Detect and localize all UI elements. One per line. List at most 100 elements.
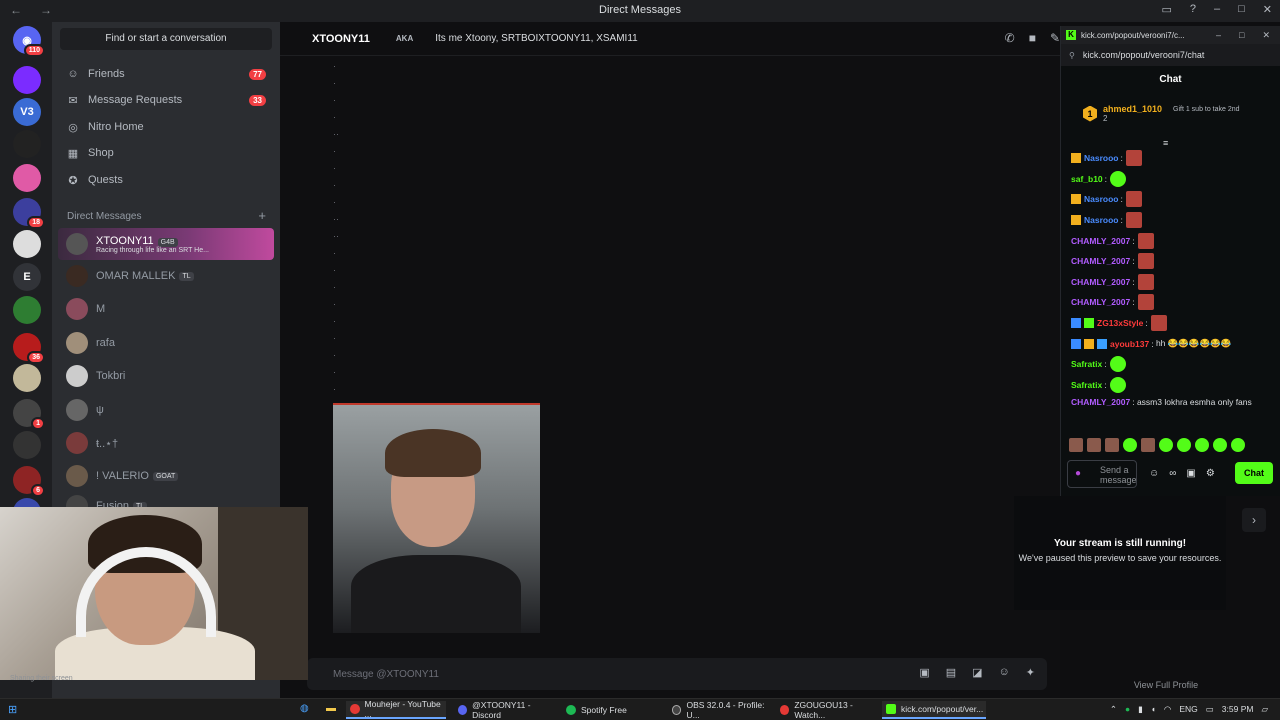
task-obs[interactable]: OBS 32.0.4 - Profile: U... bbox=[668, 700, 774, 720]
emote-button[interactable] bbox=[1177, 438, 1191, 452]
close-icon[interactable]: ✕ bbox=[1262, 30, 1270, 41]
video-message[interactable] bbox=[333, 403, 540, 633]
server-icon[interactable] bbox=[13, 431, 41, 459]
server-icon[interactable] bbox=[13, 130, 41, 158]
quests-icon: ✪ bbox=[68, 174, 78, 187]
task-spotify[interactable]: Spotify Free bbox=[562, 701, 662, 719]
gift-icon[interactable]: ▣ bbox=[919, 666, 929, 679]
voice-call-icon[interactable]: ✆ bbox=[1005, 31, 1015, 45]
video-person-hair bbox=[385, 429, 481, 477]
kick-send-button[interactable]: Chat bbox=[1235, 462, 1273, 484]
discord-home-icon[interactable]: ◉ 110 bbox=[13, 26, 45, 57]
gift-sub-prompt[interactable]: Gift 1 sub to take 2nd bbox=[1173, 106, 1243, 114]
dm-status-text: Racing through life like an SRT He... bbox=[96, 246, 209, 254]
emote bbox=[1137, 253, 1154, 270]
message-composer[interactable]: Message @XTOONY11 ▣ ▤ ◪ ☺ ✦ bbox=[307, 658, 1047, 690]
kick-chat-input[interactable]: Send a message bbox=[1067, 460, 1137, 488]
maximize-icon[interactable]: □ bbox=[1239, 30, 1244, 41]
language-indicator[interactable]: ENG bbox=[1179, 704, 1197, 715]
emote-button[interactable] bbox=[1123, 438, 1137, 452]
settings-gear-icon[interactable]: ⚙ bbox=[1206, 468, 1215, 479]
top-gifter[interactable]: 1 ahmed1_1010 2 bbox=[1083, 104, 1162, 123]
server-badge: 1 bbox=[31, 417, 45, 430]
task-kick[interactable]: kick.com/popout/ver... bbox=[882, 701, 986, 719]
windows-start-icon[interactable]: ⊞ bbox=[8, 703, 17, 716]
emote-button[interactable] bbox=[1087, 438, 1101, 452]
emote-button[interactable] bbox=[1069, 438, 1083, 452]
task-youtube[interactable]: Mouhejer - YouTube ... bbox=[346, 699, 446, 719]
emoji-icon[interactable]: ☺ bbox=[1149, 468, 1159, 479]
volume-icon[interactable]: ◖ bbox=[1151, 704, 1156, 715]
kick-address-bar[interactable]: ⚲ kick.com/popout/verooni7/chat bbox=[1061, 44, 1280, 66]
wifi-icon[interactable]: ◠ bbox=[1164, 704, 1171, 715]
server-badge: 18 bbox=[27, 216, 45, 229]
tray-app-icon[interactable]: ● bbox=[1125, 704, 1130, 715]
nav-message-requests[interactable]: ✉ Message Requests 33 bbox=[58, 87, 274, 113]
server-icon[interactable] bbox=[13, 66, 41, 94]
chat-recipient-name[interactable]: XTOONY11 bbox=[312, 33, 370, 45]
dm-item[interactable]: OMAR MALLEK TL bbox=[58, 260, 274, 292]
gif-icon[interactable]: ▤ bbox=[946, 666, 956, 679]
nav-friends[interactable]: ☺ Friends 77 bbox=[58, 61, 274, 87]
server-icon[interactable] bbox=[13, 364, 41, 392]
chevron-right-icon[interactable]: › bbox=[1242, 508, 1266, 532]
server-icon[interactable] bbox=[13, 296, 41, 324]
tray-arrow-icon[interactable]: ⌃ bbox=[1110, 704, 1117, 715]
inbox-icon[interactable]: ▭ bbox=[1161, 3, 1171, 16]
emote bbox=[1125, 191, 1142, 208]
task-discord[interactable]: @XTOONY11 - Discord bbox=[454, 700, 554, 720]
emote-button[interactable] bbox=[1141, 438, 1155, 452]
emote-button[interactable] bbox=[1213, 438, 1227, 452]
dm-item[interactable]: ψ bbox=[58, 394, 274, 426]
help-icon[interactable]: ? bbox=[1190, 3, 1196, 16]
nav-nitro-home[interactable]: ◎ Nitro Home bbox=[58, 114, 274, 140]
file-explorer-icon[interactable]: ▬ bbox=[326, 703, 336, 714]
server-icon[interactable] bbox=[13, 230, 41, 258]
emote-button[interactable] bbox=[1195, 438, 1209, 452]
store-icon[interactable]: ▣ bbox=[1186, 468, 1195, 479]
network-icon[interactable]: ▭ bbox=[1206, 704, 1214, 715]
task-zgougou[interactable]: ZGOUGOU13 - Watch... bbox=[776, 700, 880, 720]
emote-button[interactable] bbox=[1231, 438, 1245, 452]
notifications-icon[interactable]: ▱ bbox=[1261, 704, 1268, 715]
nav-shop[interactable]: ▦ Shop bbox=[58, 140, 274, 166]
server-icon[interactable]: 36 bbox=[13, 333, 45, 364]
nav-quests[interactable]: ✪ Quests bbox=[58, 167, 274, 193]
avatar bbox=[66, 265, 88, 287]
forward-arrow-icon[interactable]: → bbox=[40, 3, 52, 17]
dm-item[interactable]: Tokbri bbox=[58, 360, 274, 392]
server-icon[interactable]: 1 bbox=[13, 399, 45, 430]
pin-icon[interactable]: ✎ bbox=[1050, 31, 1060, 45]
dm-item[interactable]: ! VALERIO GOAT bbox=[58, 460, 274, 492]
dm-item[interactable]: M bbox=[58, 293, 274, 325]
emote-button[interactable] bbox=[1159, 438, 1173, 452]
sticker-icon[interactable]: ◪ bbox=[972, 666, 982, 679]
view-full-profile-link[interactable]: View Full Profile bbox=[1060, 680, 1272, 690]
server-icon[interactable]: 6 bbox=[13, 466, 45, 497]
infinity-icon[interactable]: ∞ bbox=[1169, 468, 1176, 479]
close-icon[interactable]: ✕ bbox=[1263, 3, 1272, 16]
dm-item[interactable]: ŧ..⋆† bbox=[58, 427, 274, 459]
maximize-icon[interactable]: □ bbox=[1238, 3, 1245, 16]
emote-button[interactable] bbox=[1105, 438, 1119, 452]
dm-item[interactable]: rafa bbox=[58, 327, 274, 359]
edge-icon[interactable]: ◍ bbox=[300, 703, 309, 714]
server-icon[interactable]: V3 bbox=[13, 98, 41, 126]
dm-item-active[interactable]: XTOONY11 G4B Racing through life like an … bbox=[58, 228, 274, 260]
server-icon[interactable]: E bbox=[13, 263, 41, 291]
create-dm-plus-icon[interactable]: + bbox=[258, 208, 266, 223]
server-icon[interactable]: 18 bbox=[13, 198, 45, 229]
site-info-icon[interactable]: ⚲ bbox=[1069, 51, 1075, 60]
emoji-icon[interactable]: ☺ bbox=[999, 666, 1010, 679]
minimize-icon[interactable]: – bbox=[1216, 30, 1221, 41]
microphone-icon[interactable]: ▮ bbox=[1138, 704, 1143, 715]
apps-icon[interactable]: ✦ bbox=[1026, 666, 1035, 679]
chat-filter-icon[interactable]: ≡ bbox=[1163, 138, 1168, 148]
minimize-icon[interactable]: – bbox=[1214, 3, 1220, 16]
clock[interactable]: 3:59 PM bbox=[1222, 704, 1254, 715]
back-arrow-icon[interactable]: ← bbox=[10, 3, 22, 17]
video-call-icon[interactable]: ■ bbox=[1029, 31, 1036, 45]
server-icon[interactable] bbox=[13, 164, 41, 192]
find-conversation-button[interactable]: Find or start a conversation bbox=[60, 28, 272, 50]
aka-text: Its me Xtoony, SRTBOIXTOONY11, XSAMI11 bbox=[435, 33, 638, 44]
